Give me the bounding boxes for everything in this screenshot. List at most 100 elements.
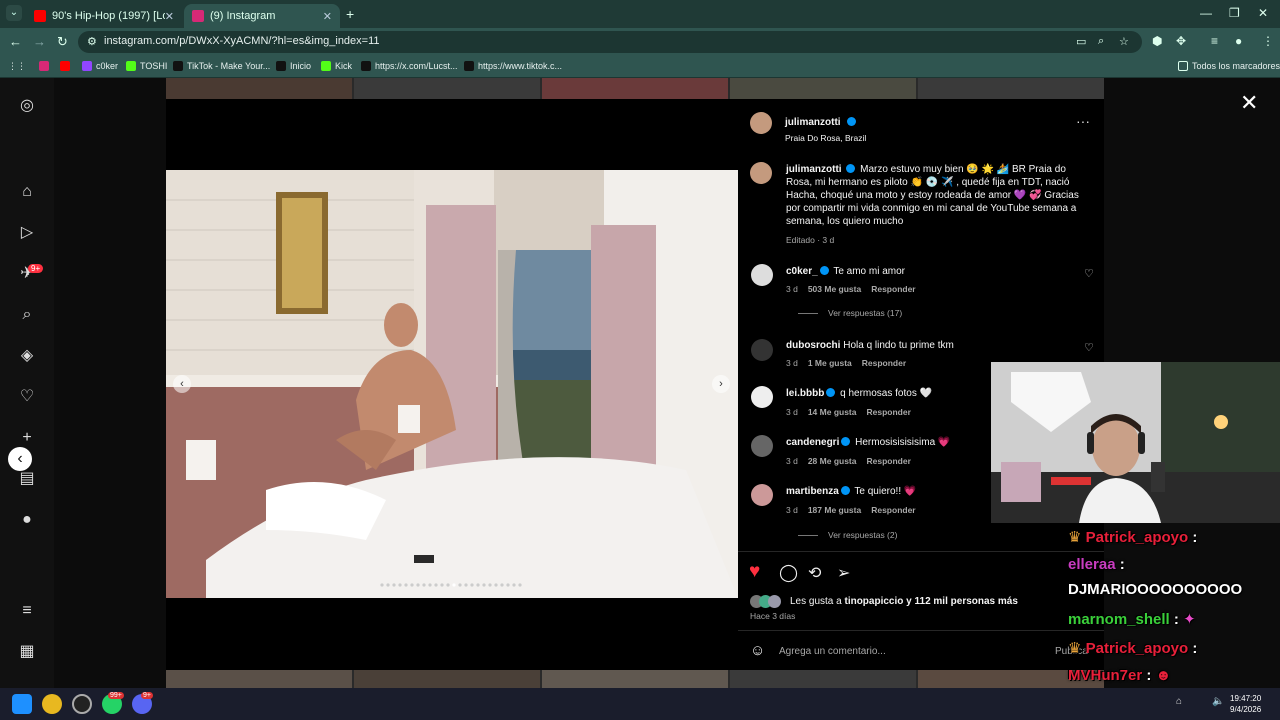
more-options-icon[interactable]: ··· bbox=[1076, 113, 1090, 129]
tab-instagram[interactable]: (9) Instagram ✕ bbox=[184, 4, 340, 28]
bookmark-star-icon[interactable]: ☆ bbox=[1119, 35, 1129, 48]
emoji-icon[interactable]: ☺ bbox=[750, 642, 765, 659]
minimize-icon[interactable]: — bbox=[1200, 6, 1212, 20]
site-info-icon[interactable]: ⚙ bbox=[87, 35, 97, 48]
apps-grid-icon[interactable]: ⋮⋮ bbox=[8, 61, 26, 72]
instagram-logo-icon[interactable]: ◎ bbox=[17, 96, 37, 116]
close-window-icon[interactable]: ✕ bbox=[1258, 6, 1268, 20]
tab-youtube[interactable]: 90's Hip-Hop (1997) [Lost Demo... ✕ bbox=[26, 4, 182, 28]
bookmark-c0ker[interactable]: c0ker bbox=[82, 61, 118, 71]
menu-icon[interactable]: ⋮ bbox=[1262, 34, 1274, 48]
bookmark-tiktok[interactable]: TikTok - Make Your... bbox=[173, 61, 270, 71]
extension-icon[interactable]: ⬢ bbox=[1152, 34, 1162, 48]
close-tab-icon[interactable]: ✕ bbox=[323, 10, 332, 23]
previous-photo-button[interactable]: ‹ bbox=[173, 375, 191, 393]
view-replies-button[interactable]: Ver respuestas (17) bbox=[798, 308, 902, 318]
bookmark-kick[interactable]: Kick bbox=[321, 61, 352, 71]
previous-post-button[interactable]: ‹ bbox=[8, 447, 32, 471]
likes-user[interactable]: tinopapiccio bbox=[844, 596, 903, 607]
bookmark-inicio[interactable]: Inicio bbox=[276, 61, 311, 71]
comment-likes[interactable]: 14 Me gusta bbox=[808, 407, 857, 417]
chat-username: marnom_shell bbox=[1068, 611, 1170, 628]
url-text[interactable]: instagram.com/p/DWxX-XyACMN/?hl=es&img_i… bbox=[104, 35, 380, 47]
comment-meta: 3 d 14 Me gusta Responder bbox=[786, 407, 911, 417]
comment-username[interactable]: candenegri bbox=[786, 437, 839, 448]
comment-icon[interactable]: ◯ bbox=[779, 563, 798, 583]
caption-avatar[interactable] bbox=[750, 162, 772, 184]
comment-username[interactable]: c0ker_ bbox=[786, 266, 818, 277]
comment-avatar[interactable] bbox=[751, 339, 773, 361]
reply-button[interactable]: Responder bbox=[866, 407, 910, 417]
media-controls-icon[interactable]: ≡ bbox=[1211, 34, 1218, 48]
bookmark-x[interactable]: https://x.com/Lucst... bbox=[361, 61, 458, 71]
more-menu-icon[interactable]: ≡ bbox=[17, 601, 37, 621]
comment-avatar[interactable] bbox=[751, 435, 773, 457]
like-comment-heart-icon[interactable]: ♡ bbox=[1084, 267, 1094, 280]
tab-search-button[interactable]: ⌄ bbox=[6, 5, 22, 21]
bookmark-youtube[interactable] bbox=[60, 61, 74, 71]
profile-avatar[interactable]: ● bbox=[17, 510, 37, 530]
repost-icon[interactable]: ⟲ bbox=[808, 563, 821, 583]
reply-button[interactable]: Responder bbox=[871, 505, 915, 515]
comment-username[interactable]: lei.bbbb bbox=[786, 388, 824, 399]
install-app-icon[interactable]: ▭ bbox=[1076, 35, 1086, 48]
search-icon[interactable]: ⌕ bbox=[17, 305, 37, 325]
verified-badge-icon bbox=[841, 437, 851, 446]
system-clock[interactable]: 19:47:20 9/4/2026 bbox=[1230, 693, 1261, 715]
dashboard-icon[interactable]: ▤ bbox=[17, 469, 37, 489]
bookmark-instagram[interactable] bbox=[39, 61, 53, 71]
obs-icon[interactable] bbox=[72, 694, 92, 714]
chrome-icon[interactable] bbox=[42, 694, 62, 714]
author-avatar[interactable] bbox=[750, 112, 772, 134]
post-photo[interactable]: ‹ › bbox=[166, 170, 738, 598]
explore-icon[interactable]: ◈ bbox=[17, 346, 37, 366]
home-icon[interactable]: ⌂ bbox=[17, 182, 37, 202]
profile-avatar[interactable]: ● bbox=[1235, 34, 1242, 48]
comment-likes[interactable]: 187 Me gusta bbox=[808, 505, 861, 515]
like-comment-heart-icon[interactable]: ♡ bbox=[1084, 341, 1094, 354]
comment-likes[interactable]: 1 Me gusta bbox=[808, 358, 852, 368]
view-replies-button[interactable]: Ver respuestas (2) bbox=[798, 530, 897, 540]
extensions-puzzle-icon[interactable]: ✥ bbox=[1176, 34, 1186, 48]
author-username[interactable]: julimanzotti bbox=[785, 117, 841, 128]
address-bar[interactable]: ⚙ instagram.com/p/DWxX-XyACMN/?hl=es&img… bbox=[78, 31, 1142, 53]
reply-button[interactable]: Responder bbox=[862, 358, 906, 368]
reply-button[interactable]: Responder bbox=[871, 284, 915, 294]
windows-start-icon[interactable] bbox=[12, 694, 32, 714]
post-location[interactable]: Praia Do Rosa, Brazil bbox=[785, 133, 866, 143]
caption-username[interactable]: julimanzotti bbox=[786, 164, 842, 175]
zoom-icon[interactable]: ⌕ bbox=[1098, 35, 1104, 48]
forward-icon[interactable]: → bbox=[33, 34, 46, 49]
volume-icon[interactable]: 🔈 bbox=[1212, 696, 1224, 707]
comment-avatar[interactable] bbox=[751, 386, 773, 408]
reply-button[interactable]: Responder bbox=[866, 456, 910, 466]
likes-summary[interactable]: Les gusta a tinopapiccio y 112 mil perso… bbox=[790, 596, 1018, 607]
chat-message: elleraa : bbox=[1068, 556, 1125, 573]
close-icon[interactable]: ✕ bbox=[1240, 90, 1258, 116]
comment-likes[interactable]: 503 Me gusta bbox=[808, 284, 861, 294]
comment-avatar[interactable] bbox=[751, 484, 773, 506]
comment-avatar[interactable] bbox=[751, 264, 773, 286]
comment-username[interactable]: martibenza bbox=[786, 486, 839, 497]
create-icon[interactable]: + bbox=[17, 428, 37, 448]
verified-badge-icon bbox=[819, 266, 829, 275]
bookmark-tiktok-2[interactable]: https://www.tiktok.c... bbox=[464, 61, 562, 71]
comment-input[interactable]: Agrega un comentario... bbox=[779, 646, 886, 657]
restore-icon[interactable]: ❐ bbox=[1229, 6, 1240, 20]
network-icon[interactable]: ⌂ bbox=[1176, 696, 1182, 707]
comment-likes[interactable]: 28 Me gusta bbox=[808, 456, 857, 466]
back-icon[interactable]: ← bbox=[9, 34, 22, 49]
notifications-heart-icon[interactable]: ♡ bbox=[17, 387, 37, 407]
also-from-meta-icon[interactable]: ▦ bbox=[17, 642, 37, 662]
reels-icon[interactable]: ▷ bbox=[17, 223, 37, 243]
like-heart-icon[interactable]: ♥ bbox=[749, 561, 760, 583]
all-bookmarks-button[interactable]: Todos los marcadores bbox=[1178, 61, 1280, 71]
bookmark-toshi[interactable]: TOSHI bbox=[126, 61, 167, 71]
close-tab-icon[interactable]: ✕ bbox=[165, 10, 174, 23]
next-photo-button[interactable]: › bbox=[712, 375, 730, 393]
new-tab-button[interactable]: + bbox=[346, 6, 354, 22]
share-icon[interactable]: ➢ bbox=[837, 563, 850, 583]
chat-username: Patrick_apoyo bbox=[1085, 529, 1189, 546]
comment-username[interactable]: dubosrochi bbox=[786, 340, 840, 351]
reload-icon[interactable]: ↻ bbox=[57, 34, 68, 50]
